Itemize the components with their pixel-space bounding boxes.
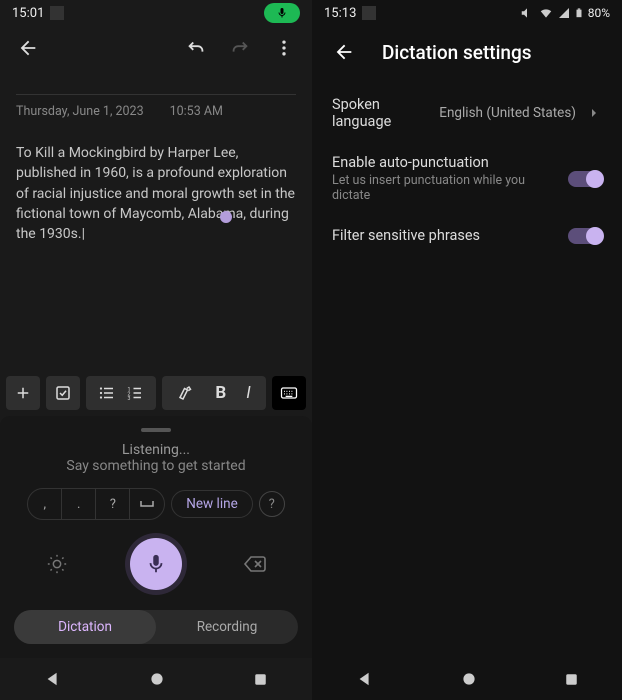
page-title: Dictation settings — [382, 41, 532, 64]
more-icon[interactable] — [266, 30, 302, 66]
keyboard-button[interactable] — [272, 376, 306, 410]
help-icon[interactable]: ? — [259, 491, 285, 517]
note-date: Thursday, June 1, 2023 — [16, 103, 144, 121]
undo-icon[interactable] — [178, 30, 214, 66]
nav-recent-icon[interactable] — [253, 672, 268, 687]
bold-button[interactable]: B — [215, 383, 226, 403]
punctuation-group: , . ? — [27, 488, 165, 520]
format-toolbar: 123 B I — [0, 370, 312, 416]
editor-topbar — [0, 26, 312, 70]
back-icon[interactable] — [326, 34, 362, 70]
battery-icon — [574, 6, 584, 20]
chevron-right-icon — [586, 105, 602, 121]
tab-dictation[interactable]: Dictation — [14, 610, 156, 644]
status-bar: 15:01 — [0, 0, 312, 26]
punct-period[interactable]: . — [62, 489, 96, 519]
status-square — [362, 6, 376, 20]
settings-header: Dictation settings — [312, 26, 622, 84]
punct-comma[interactable]: , — [28, 489, 62, 519]
toggle-filter-phrases[interactable] — [568, 228, 602, 244]
nav-recent-icon[interactable] — [564, 672, 579, 687]
nav-back-icon[interactable] — [356, 670, 374, 688]
text-style-group: B I — [162, 376, 266, 410]
nav-home-icon[interactable] — [149, 671, 165, 687]
redo-icon[interactable] — [222, 30, 258, 66]
backspace-icon[interactable] — [237, 546, 273, 582]
nav-bar — [312, 658, 622, 700]
nav-bar — [0, 658, 312, 700]
status-time: 15:01 — [12, 6, 44, 21]
setting-auto-punctuation[interactable]: Enable auto-punctuation Let us insert pu… — [312, 142, 622, 215]
status-square — [50, 6, 64, 20]
punct-question[interactable]: ? — [96, 489, 130, 519]
drag-handle-icon[interactable] — [141, 428, 171, 432]
listening-hint: Say something to get started — [12, 458, 300, 474]
mic-button[interactable] — [130, 538, 182, 590]
tab-recording[interactable]: Recording — [156, 610, 298, 644]
italic-button[interactable]: I — [246, 383, 250, 403]
listening-status: Listening... — [12, 442, 300, 458]
mic-pill-icon — [264, 3, 300, 23]
svg-text:3: 3 — [128, 396, 131, 402]
note-time: 10:53 AM — [170, 103, 223, 121]
highlight-button[interactable] — [177, 384, 195, 402]
note-body[interactable]: To Kill a Mockingbird by Harper Lee, pub… — [16, 143, 296, 244]
wifi-icon — [538, 6, 554, 20]
mode-tabs: Dictation Recording — [14, 610, 298, 644]
setting-filter-phrases[interactable]: Filter sensitive phrases — [312, 215, 622, 256]
nav-home-icon[interactable] — [461, 671, 477, 687]
add-button[interactable] — [6, 376, 40, 410]
toggle-auto-punctuation[interactable] — [568, 171, 602, 187]
newline-button[interactable]: New line — [171, 490, 252, 518]
status-bar: 15:13 80% — [312, 0, 622, 26]
checklist-button[interactable] — [46, 376, 80, 410]
status-time: 15:13 — [324, 6, 356, 21]
lists-button[interactable]: 123 — [86, 376, 156, 410]
signal-icon — [558, 6, 570, 20]
back-icon[interactable] — [10, 30, 46, 66]
battery-pct: 80% — [588, 6, 610, 20]
setting-spoken-language[interactable]: Spoken language English (United States) — [312, 84, 622, 142]
gear-icon[interactable] — [39, 546, 75, 582]
mute-icon — [520, 6, 534, 20]
note-area[interactable]: Thursday, June 1, 2023 10:53 AM To Kill … — [0, 70, 312, 370]
spoken-language-value: English (United States) — [439, 105, 576, 121]
nav-back-icon[interactable] — [44, 670, 62, 688]
punct-space[interactable] — [130, 489, 164, 519]
